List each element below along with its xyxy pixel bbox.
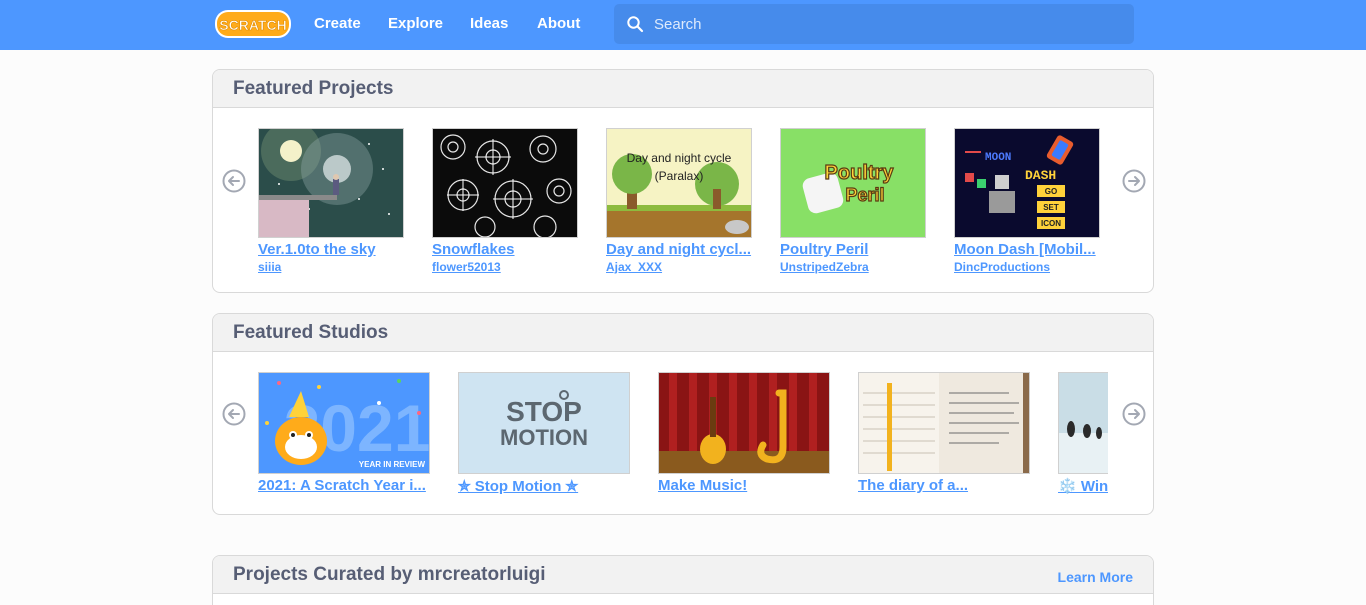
featured-projects-section: Featured Projects Ver.1.0to the sky siii… xyxy=(212,69,1154,293)
studio-carousel: 2021 YEAR IN REVIEW 2021: A Scratch Year… xyxy=(258,372,1108,502)
featured-studios-section: Featured Studios 2021 YEAR IN REVIEW 202… xyxy=(212,313,1154,515)
project-title[interactable]: Ver.1.0to the sky xyxy=(258,241,404,258)
carousel-next-arrow-icon[interactable] xyxy=(1122,402,1146,426)
project-card[interactable]: Day and night cycle (Paralax) Day and ni… xyxy=(606,128,752,274)
section-header: Featured Projects xyxy=(213,70,1153,108)
thumb-caption: YEAR IN REVIEW xyxy=(359,460,426,469)
moon-dash-thumbnail-image: MOON DASH GO SET ICON xyxy=(955,129,1099,237)
studio-card[interactable]: Make Music! xyxy=(658,372,830,494)
project-thumbnail[interactable]: Day and night cycle (Paralax) xyxy=(606,128,752,238)
nav-ideas[interactable]: Ideas xyxy=(470,0,508,50)
project-card[interactable]: Snowflakes flower52013 xyxy=(432,128,578,274)
studio-card[interactable]: ❄️ Win xyxy=(1058,372,1108,495)
nav-about[interactable]: About xyxy=(537,0,580,50)
studio-thumbnail[interactable]: STOP MOTION xyxy=(458,372,630,474)
studio-title[interactable]: 2021: A Scratch Year i... xyxy=(258,477,430,494)
learn-more-link[interactable]: Learn More xyxy=(1058,569,1133,585)
project-thumbnail[interactable]: Poultry Peril xyxy=(780,128,926,238)
thumb-caption: DASH xyxy=(1025,168,1056,183)
top-navbar: SCRATCH Create Explore Ideas About xyxy=(0,0,1366,50)
section-title: Projects Curated by mrcreatorluigi xyxy=(233,564,546,585)
thumb-caption: SET xyxy=(1043,203,1059,212)
studio-card[interactable]: STOP MOTION ✮ Stop Motion ✮ xyxy=(458,372,630,495)
section-header: Featured Studios xyxy=(213,314,1153,352)
project-carousel: Ver.1.0to the sky siiia Snowflakes flowe… xyxy=(258,128,1108,278)
project-card[interactable]: Poultry Peril Poultry Peril UnstripedZeb… xyxy=(780,128,926,274)
studio-thumbnail[interactable]: 2021 YEAR IN REVIEW xyxy=(258,372,430,474)
carousel-prev-arrow-icon[interactable] xyxy=(222,169,246,193)
project-title[interactable]: Poultry Peril xyxy=(780,241,926,258)
project-title[interactable]: Snowflakes xyxy=(432,241,578,258)
project-card[interactable]: Ver.1.0to the sky siiia xyxy=(258,128,404,274)
thumb-caption: MOTION xyxy=(500,425,588,450)
scratch-logo-icon: SCRATCH xyxy=(215,10,291,38)
thumb-caption: MOON xyxy=(985,152,1011,164)
thumb-caption: ICON xyxy=(1041,219,1061,228)
diary-thumbnail-image xyxy=(859,373,1029,473)
project-owner[interactable]: DincProductions xyxy=(954,260,1100,274)
project-title[interactable]: Day and night cycl... xyxy=(606,241,752,258)
project-thumbnail[interactable] xyxy=(432,128,578,238)
carousel-prev-arrow-icon[interactable] xyxy=(222,402,246,426)
snowflakes-thumbnail-image xyxy=(433,129,577,237)
make-music-thumbnail-image xyxy=(659,373,829,473)
scratch-logo[interactable]: SCRATCH xyxy=(214,9,292,39)
project-card[interactable]: MOON DASH GO SET ICON Moon Dash [Mobil..… xyxy=(954,128,1100,274)
winter-thumbnail-image xyxy=(1059,373,1108,473)
studio-title[interactable]: Make Music! xyxy=(658,477,830,494)
project-title[interactable]: Moon Dash [Mobil... xyxy=(954,241,1100,258)
night-sky-thumbnail-image xyxy=(259,129,403,237)
project-thumbnail[interactable] xyxy=(258,128,404,238)
thumb-caption: Peril xyxy=(845,185,884,205)
logo-text: SCRATCH xyxy=(219,17,286,33)
curated-projects-section: Projects Curated by mrcreatorluigi Learn… xyxy=(212,555,1154,605)
poultry-peril-thumbnail-image: Poultry Peril xyxy=(781,129,925,237)
search-input[interactable] xyxy=(654,4,1124,44)
section-title: Featured Projects xyxy=(233,78,394,99)
section-header: Projects Curated by mrcreatorluigi Learn… xyxy=(213,556,1153,594)
stop-motion-thumbnail-image: STOP MOTION xyxy=(459,373,629,473)
studio-thumbnail[interactable] xyxy=(1058,372,1108,474)
thumb-caption: STOP xyxy=(506,396,582,427)
search-box xyxy=(614,4,1134,44)
project-owner[interactable]: flower52013 xyxy=(432,260,578,274)
studio-title[interactable]: The diary of a... xyxy=(858,477,1030,494)
section-title: Featured Studios xyxy=(233,322,389,343)
thumb-caption: Day and night cycle xyxy=(627,151,732,165)
day-night-thumbnail-image: Day and night cycle (Paralax) xyxy=(607,129,751,237)
studio-card[interactable]: 2021 YEAR IN REVIEW 2021: A Scratch Year… xyxy=(258,372,430,494)
nav-explore[interactable]: Explore xyxy=(388,0,443,50)
carousel-next-arrow-icon[interactable] xyxy=(1122,169,1146,193)
thumb-caption: Poultry xyxy=(825,162,895,184)
year-in-review-thumbnail-image: 2021 YEAR IN REVIEW xyxy=(259,373,429,473)
studio-thumbnail[interactable] xyxy=(658,372,830,474)
project-thumbnail[interactable]: MOON DASH GO SET ICON xyxy=(954,128,1100,238)
project-owner[interactable]: Ajax_XXX xyxy=(606,260,752,274)
search-icon xyxy=(627,16,644,33)
studio-thumbnail[interactable] xyxy=(858,372,1030,474)
thumb-caption: (Paralax) xyxy=(655,169,704,183)
project-owner[interactable]: siiia xyxy=(258,260,404,274)
nav-create[interactable]: Create xyxy=(314,0,361,50)
studio-title[interactable]: ❄️ Win xyxy=(1058,477,1108,495)
studio-card[interactable]: The diary of a... xyxy=(858,372,1030,494)
project-owner[interactable]: UnstripedZebra xyxy=(780,260,926,274)
studio-title[interactable]: ✮ Stop Motion ✮ xyxy=(458,477,630,495)
thumb-caption: GO xyxy=(1045,187,1057,196)
